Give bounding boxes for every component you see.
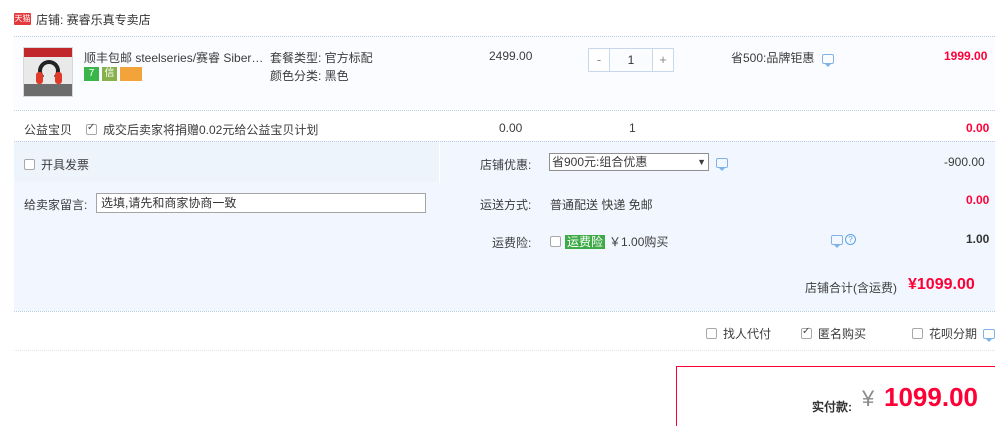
promo-text: 省500:品牌钜惠 — [731, 49, 834, 67]
proxy-pay-checkbox[interactable] — [706, 328, 717, 339]
installment-tip-icon[interactable] — [983, 328, 995, 342]
tmall-badge-icon: 天猫 — [14, 13, 31, 25]
invoice-option: 开具发票 — [24, 156, 89, 173]
shop-discount-amount: -900.00 — [944, 155, 985, 169]
payment-amount: 1099.00 — [884, 382, 978, 412]
help-icon[interactable]: ? — [845, 234, 856, 245]
unit-price: 2499.00 — [489, 49, 533, 63]
attr-color: 颜色分类: 黑色 — [270, 69, 349, 83]
proxy-pay-label: 找人代付 — [723, 327, 772, 341]
payment-currency: ¥ — [862, 386, 875, 411]
increase-button[interactable]: + — [653, 49, 673, 71]
freight-insurance-price: ￥1.00购买 — [609, 235, 669, 249]
chevron-down-icon: ▼ — [697, 157, 706, 167]
item-row — [14, 36, 995, 108]
shop-name[interactable]: 店铺: 赛睿乐真专卖店 — [36, 11, 151, 28]
installment-checkbox[interactable] — [912, 328, 923, 339]
credit-icon: 信 — [102, 67, 117, 81]
shop-discount-select[interactable]: 省900元:组合优惠 ▼ — [549, 153, 709, 171]
message-input[interactable]: 选填,请先和商家协商一致 — [96, 193, 426, 213]
charity-price: 0.00 — [499, 121, 523, 135]
divider — [14, 350, 995, 351]
freight-insurance-label: 运费险: — [492, 236, 532, 250]
promo-label: 省500:品牌钜惠 — [731, 51, 815, 65]
proxy-pay-option: 找人代付 — [706, 325, 771, 342]
service-icons: 7 信 — [84, 67, 142, 81]
freight-insurance-option: 运费险 ￥1.00购买 — [550, 233, 668, 250]
shipping-amount: 0.00 — [966, 193, 990, 207]
divider — [14, 36, 995, 37]
promo-tip-icon[interactable] — [821, 53, 834, 67]
discount-tip-icon[interactable] — [716, 158, 728, 171]
invoice-checkbox[interactable] — [24, 159, 35, 170]
freight-insurance-amount: 1.00 — [966, 232, 990, 246]
divider — [14, 311, 995, 312]
anonymous-checkbox[interactable] — [801, 326, 812, 339]
decrease-button[interactable]: - — [589, 49, 609, 71]
anonymous-option: 匿名购买 — [801, 325, 866, 342]
shipping-method: 普通配送 快递 免邮 — [550, 198, 653, 212]
shipping-label: 运送方式: — [480, 198, 532, 212]
item-subtotal: 1999.00 — [944, 49, 988, 63]
charity-text: 成交后卖家将捐赠0.02元给公益宝贝计划 — [103, 123, 319, 137]
quantity-input[interactable]: 1 — [609, 49, 653, 71]
shop-discount-value: 省900元:组合优惠 — [552, 155, 648, 169]
anonymous-label: 匿名购买 — [818, 327, 867, 341]
freight-insurance-checkbox[interactable] — [550, 236, 561, 247]
message-label: 给卖家留言: — [24, 198, 88, 212]
freight-insurance-tag: 运费险 — [565, 234, 606, 249]
product-thumbnail[interactable] — [23, 47, 73, 97]
divider — [14, 110, 995, 111]
shop-header: 天猫 店铺: 赛睿乐真专卖店 — [14, 10, 151, 28]
installment-option: 花呗分期 — [912, 325, 995, 342]
charity-option: 成交后卖家将捐赠0.02元给公益宝贝计划 — [86, 121, 318, 138]
charity-subtotal: 0.00 — [966, 121, 990, 135]
shop-total-label: 店铺合计(含运费) — [805, 281, 897, 295]
charity-checkbox[interactable] — [86, 122, 97, 135]
attr-package: 套餐类型: 官方标配 — [270, 51, 373, 65]
freight-tips: ? — [831, 234, 856, 248]
shop-total-value: ¥1099.00 — [908, 276, 975, 293]
shop-discount-label: 店铺优惠: — [480, 158, 532, 172]
item-title-link[interactable]: 顺丰包邮 steelseries/赛睿 Siberi... — [84, 49, 264, 66]
freight-tip-icon[interactable] — [831, 234, 843, 248]
payment-label: 实付款: — [812, 400, 852, 414]
charity-label: 公益宝贝 — [24, 123, 73, 137]
charity-quantity: 1 — [629, 121, 636, 135]
card-icon — [120, 67, 142, 81]
quantity-stepper: - 1 + — [588, 48, 674, 72]
seven-day-return-icon: 7 — [84, 67, 99, 81]
installment-label: 花呗分期 — [929, 327, 978, 341]
invoice-label: 开具发票 — [41, 158, 90, 172]
divider — [439, 141, 440, 183]
